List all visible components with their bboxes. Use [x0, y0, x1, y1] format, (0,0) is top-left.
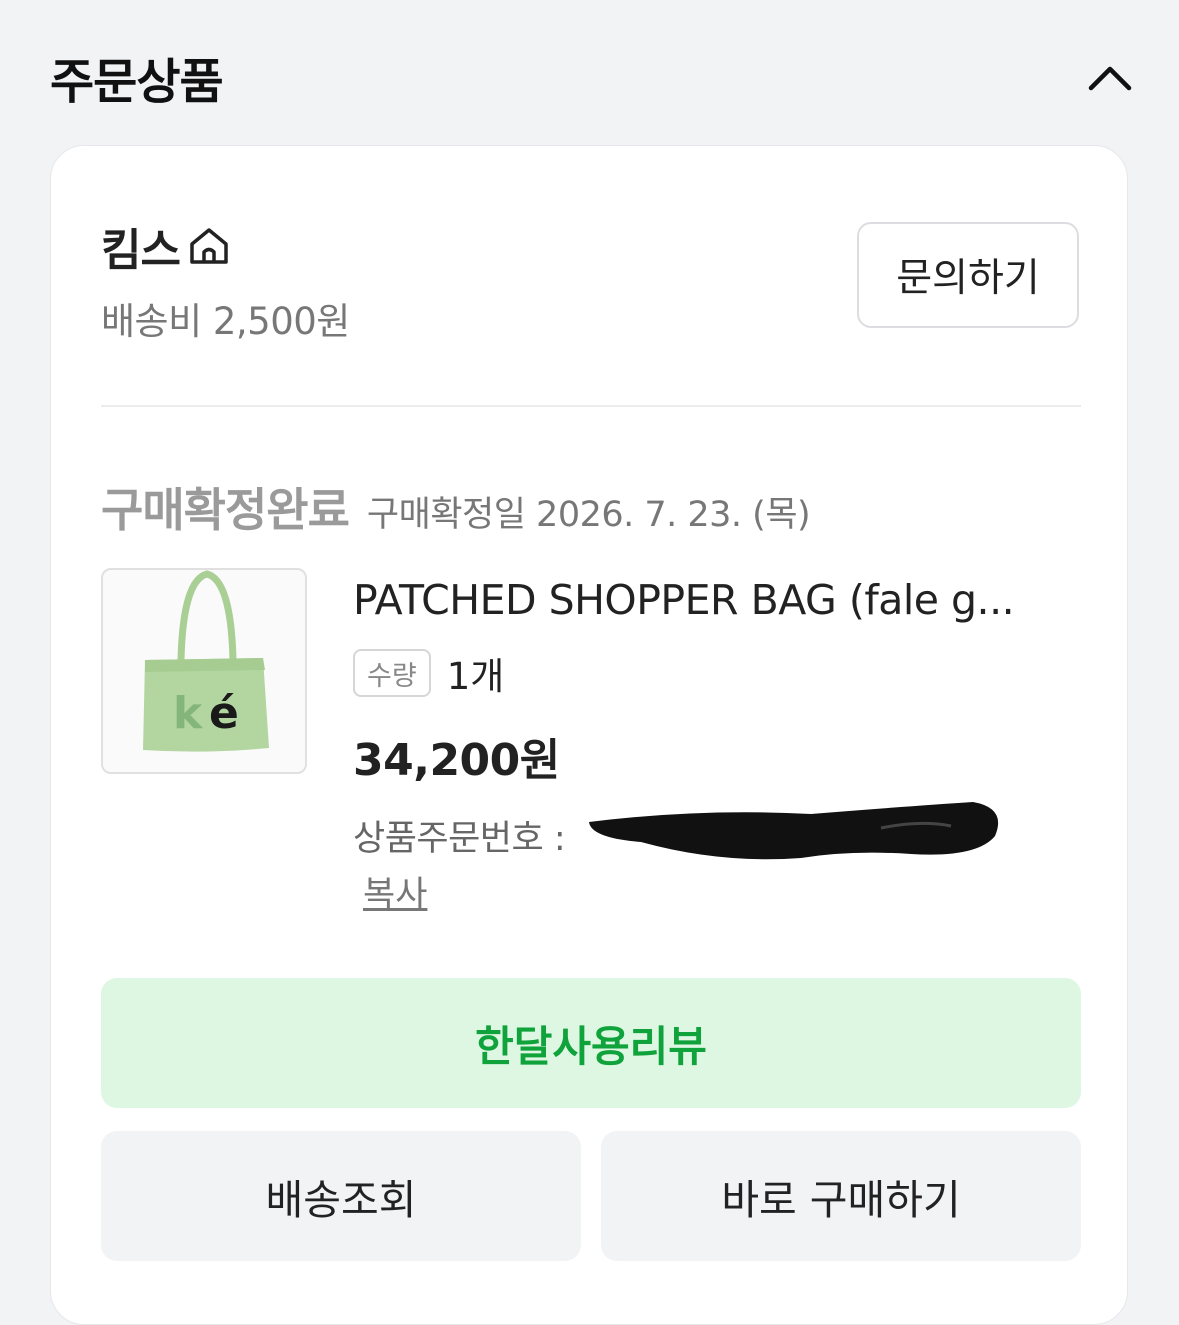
collapse-button[interactable] — [1080, 52, 1140, 102]
track-delivery-button[interactable]: 배송조회 — [101, 1131, 581, 1261]
section-title: 주문상품 — [50, 54, 224, 110]
store-name[interactable]: 킴스 — [101, 214, 230, 278]
thumbnail-letter-k: k — [173, 688, 204, 739]
shipping-fee: 배송비 2,500원 — [101, 300, 350, 343]
copy-order-number-link[interactable]: 복사 — [363, 866, 427, 917]
product-name[interactable]: PATCHED SHOPPER BAG (fale g... — [353, 576, 1083, 624]
redaction-mark — [589, 802, 999, 860]
quantity-row: 수량 1개 — [353, 646, 504, 700]
thumbnail-letter-e: é — [209, 688, 239, 739]
quantity-value: 1개 — [446, 655, 505, 698]
monthly-review-button[interactable]: 한달사용리뷰 — [101, 978, 1081, 1108]
chevron-up-icon — [1088, 66, 1132, 91]
store-name-label: 킴스 — [101, 225, 181, 276]
product-price: 34,200원 — [353, 735, 560, 786]
quantity-tag: 수량 — [353, 649, 431, 697]
product-thumbnail[interactable]: k é — [101, 568, 307, 774]
status-row: 구매확정완료 구매확정일 2026. 7. 23. (목) — [101, 474, 811, 540]
confirm-date: 구매확정일 2026. 7. 23. (목) — [366, 495, 811, 535]
home-icon — [188, 226, 230, 266]
buy-again-button[interactable]: 바로 구매하기 — [601, 1131, 1081, 1261]
order-status: 구매확정완료 — [101, 483, 350, 537]
order-number-label: 상품주문번호 : — [353, 819, 566, 859]
order-products-header: 주문상품 — [0, 0, 1179, 145]
divider — [101, 405, 1081, 407]
inquiry-button[interactable]: 문의하기 — [857, 222, 1079, 328]
order-card: 킴스 배송비 2,500원 문의하기 구매확정완료 구매확정일 2026. 7.… — [50, 145, 1128, 1325]
